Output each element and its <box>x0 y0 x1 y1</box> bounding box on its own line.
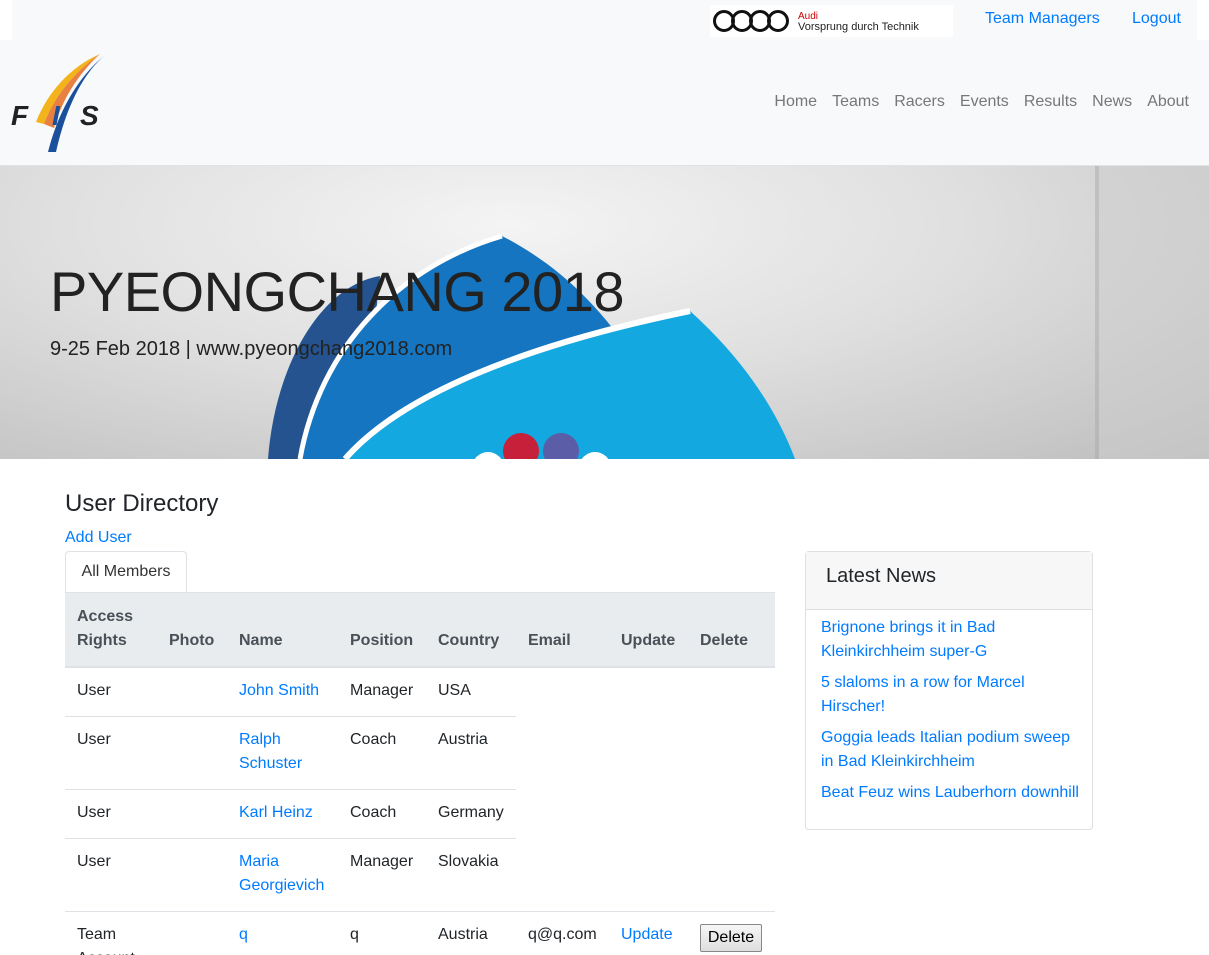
add-user-link[interactable]: Add User <box>65 529 132 547</box>
news-item-link[interactable]: Beat Feuz wins Lauberhorn downhill <box>821 781 1081 805</box>
row-divider <box>65 789 516 790</box>
column-header-access-rights: Access Rights <box>77 608 134 649</box>
row-5-email: q@q.com <box>528 926 597 943</box>
nav-item-teams[interactable]: Teams <box>832 93 879 111</box>
row-3-access: User <box>77 804 111 821</box>
hero-banner: PYEONGCHANG 2018 9-25 Feb 2018 | www.pye… <box>0 166 1209 459</box>
row-divider <box>65 911 775 912</box>
logo-letter-s: S <box>80 100 99 131</box>
news-item-link[interactable]: Brignone brings it in Bad Kleinkirchheim… <box>821 616 1081 664</box>
column-header-country: Country <box>438 632 500 649</box>
nav-item-racers[interactable]: Racers <box>894 93 945 111</box>
audi-sponsor-banner[interactable]: Audi Vorsprung durch Technik <box>710 5 953 37</box>
nav-item-home[interactable]: Home <box>774 93 817 111</box>
row-2-country: Austria <box>438 731 488 748</box>
tab-all-members[interactable]: All Members <box>65 551 187 593</box>
update-link[interactable]: Update <box>621 926 673 943</box>
column-header-delete: Delete <box>700 632 749 649</box>
row-5-country: Austria <box>438 926 488 943</box>
nav-item-about[interactable]: About <box>1147 93 1189 111</box>
page-title: User Directory <box>65 490 219 517</box>
row-2-name[interactable]: Ralph Schuster <box>239 728 329 776</box>
nav-item-news[interactable]: News <box>1092 93 1132 111</box>
latest-news-heading: Latest News <box>806 552 1092 610</box>
row-1-position: Manager <box>350 682 414 699</box>
row-4-name-link[interactable]: Maria Georgievich <box>239 853 324 894</box>
table-header: Access Rights Photo Name Position Countr… <box>65 592 775 668</box>
row-2-position: Coach <box>350 731 397 748</box>
row-4-country: Slovakia <box>438 853 499 870</box>
latest-news-card: Latest News Brignone brings it in Bad Kl… <box>805 551 1093 830</box>
row-5-position: q <box>350 926 359 943</box>
row-5-access: Team Account <box>77 926 135 955</box>
row-3-name-link[interactable]: Karl Heinz <box>239 804 313 821</box>
row-5-update[interactable]: Update <box>621 923 673 947</box>
top-utility-bar: Audi Vorsprung durch Technik Team Manage… <box>12 0 1197 40</box>
row-1-name[interactable]: John Smith <box>239 679 319 703</box>
nav-item-events[interactable]: Events <box>960 93 1009 111</box>
row-divider <box>65 716 516 717</box>
delete-button[interactable]: Delete <box>700 924 762 952</box>
row-divider <box>65 838 516 839</box>
row-1-name-link[interactable]: John Smith <box>239 682 319 699</box>
logout-link[interactable]: Logout <box>1132 10 1181 28</box>
row-2-access: User <box>77 731 111 748</box>
news-item-link[interactable]: Goggia leads Italian podium sweep in Bad… <box>821 726 1081 774</box>
row-4-name[interactable]: Maria Georgievich <box>239 850 334 898</box>
row-3-name[interactable]: Karl Heinz <box>239 801 313 825</box>
row-1-country: USA <box>438 682 471 699</box>
column-header-position: Position <box>350 632 414 649</box>
row-4-access: User <box>77 853 111 870</box>
primary-nav: Home Teams Racers Events Results News Ab… <box>759 93 1189 111</box>
row-3-position: Coach <box>350 804 397 821</box>
column-header-email: Email <box>528 632 571 649</box>
row-2-name-link[interactable]: Ralph Schuster <box>239 731 302 772</box>
fis-logo[interactable]: F I S <box>8 52 108 156</box>
hero-title: PYEONGCHANG 2018 <box>50 260 624 323</box>
row-1-access: User <box>77 682 111 699</box>
row-4-position: Manager <box>350 853 414 870</box>
column-header-name: Name <box>239 632 283 649</box>
nav-item-results[interactable]: Results <box>1024 93 1077 111</box>
column-header-update: Update <box>621 632 676 649</box>
logo-letter-f: F <box>11 100 29 131</box>
main-navbar: F I S Home Teams Racers Events Results N… <box>0 40 1209 166</box>
audi-rings-icon <box>713 10 789 32</box>
sponsor-slogan: Vorsprung durch Technik <box>798 21 919 33</box>
hero-subtitle: 9-25 Feb 2018 | www.pyeongchang2018.com <box>50 338 453 360</box>
news-item-link[interactable]: 5 slaloms in a row for Marcel Hirscher! <box>821 671 1081 719</box>
team-managers-link[interactable]: Team Managers <box>985 10 1100 28</box>
row-3-country: Germany <box>438 804 504 821</box>
row-5-name[interactable]: q <box>239 923 248 947</box>
row-5-name-link[interactable]: q <box>239 926 248 943</box>
column-header-photo: Photo <box>169 632 215 649</box>
logo-letter-i: I <box>52 100 60 131</box>
